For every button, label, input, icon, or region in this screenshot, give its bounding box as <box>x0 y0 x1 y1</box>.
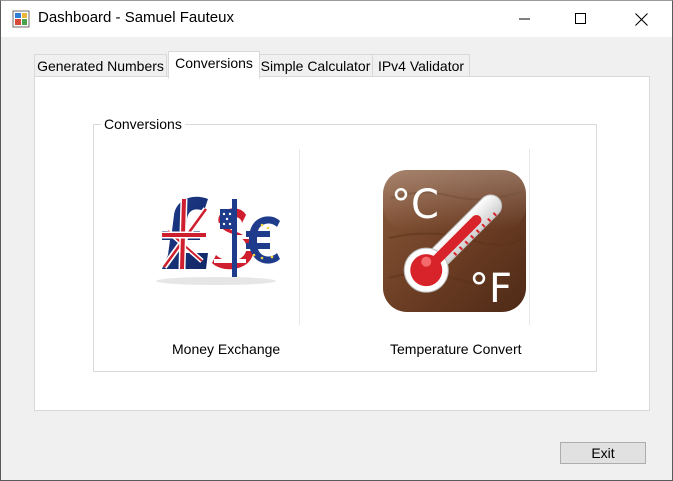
window-title: Dashboard - Samuel Fauteux <box>38 9 234 26</box>
groupbox-title: Conversions <box>101 116 185 132</box>
maximize-button[interactable] <box>553 1 609 37</box>
maximize-icon <box>575 13 586 24</box>
temp-image-fahrenheit-text: °F <box>469 266 512 312</box>
tab-generated-numbers[interactable]: Generated Numbers <box>34 54 167 77</box>
minimize-icon <box>519 18 530 20</box>
main-window: Dashboard - Samuel Fauteux Generated Num… <box>0 0 673 481</box>
tab-ipv4-validator[interactable]: IPv4 Validator <box>372 54 470 77</box>
temp-image-celsius-text: °C <box>391 182 439 228</box>
exit-button[interactable]: Exit <box>560 442 646 464</box>
close-icon <box>634 12 648 26</box>
tab-simple-calculator[interactable]: Simple Calculator <box>258 54 373 77</box>
tab-conversions[interactable]: Conversions <box>168 51 260 79</box>
minimize-button[interactable] <box>497 1 553 37</box>
temperature-convert-label: Temperature Convert <box>390 341 522 357</box>
app-window-icon <box>12 10 30 28</box>
close-button[interactable] <box>613 1 669 37</box>
currency-symbols-image[interactable] <box>150 185 282 289</box>
image-divider <box>529 149 530 325</box>
title-bar[interactable]: Dashboard - Samuel Fauteux <box>1 1 672 37</box>
thermometer-celsius-fahrenheit-image[interactable]: °C °F <box>381 168 528 314</box>
image-divider <box>299 149 300 325</box>
money-exchange-label: Money Exchange <box>172 341 281 357</box>
conversions-tab-panel: Conversions °C °F Money Exchange Tempera… <box>34 76 650 411</box>
